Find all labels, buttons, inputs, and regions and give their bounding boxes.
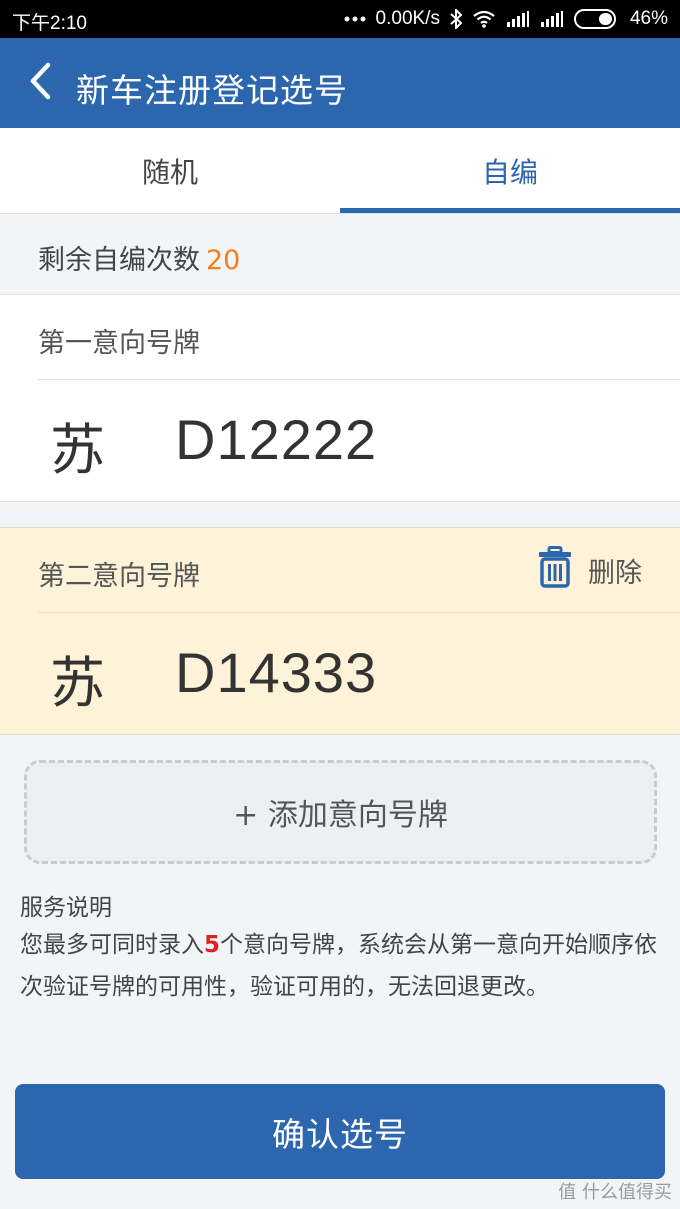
watermark: 值 什么值得买 bbox=[558, 1178, 672, 1204]
tab-custom[interactable]: 自编 bbox=[340, 128, 680, 214]
plate-card-first: 第一意向号牌 苏 D12222 bbox=[0, 295, 680, 502]
divider bbox=[38, 379, 680, 380]
plate-number-input[interactable]: D12222 bbox=[175, 407, 377, 472]
app-bar: 新车注册登记选号 bbox=[0, 38, 680, 128]
more-dots-icon bbox=[344, 15, 366, 23]
plate-card-label: 第二意向号牌 bbox=[38, 561, 200, 592]
status-bar: 下午2:10 0.00K/s 46% bbox=[0, 0, 680, 38]
remaining-count-row: 剩余自编次数 20 bbox=[0, 214, 680, 295]
max-plate-count: 5 bbox=[204, 932, 221, 958]
wifi-icon bbox=[472, 10, 496, 28]
signal-icon bbox=[540, 11, 564, 27]
tab-bar: 随机 自编 bbox=[0, 128, 680, 214]
delete-label: 删除 bbox=[588, 557, 642, 589]
tab-active-indicator bbox=[340, 208, 680, 213]
back-button[interactable] bbox=[18, 60, 62, 106]
confirm-button[interactable]: 确认选号 bbox=[15, 1084, 665, 1179]
service-description: 您最多可同时录入5个意向号牌，系统会从第一意向开始顺序依次验证号牌的可用性，验证… bbox=[20, 924, 660, 1008]
bluetooth-icon bbox=[450, 9, 462, 29]
plate-number-input[interactable]: D14333 bbox=[175, 640, 377, 705]
plate-province[interactable]: 苏 bbox=[50, 638, 105, 718]
battery-icon bbox=[573, 9, 620, 29]
service-title: 服务说明 bbox=[20, 895, 112, 921]
service-text-before: 您最多可同时录入 bbox=[20, 932, 204, 958]
add-plate-button[interactable]: + 添加意向号牌 bbox=[24, 760, 657, 864]
status-time: 下午2:10 bbox=[12, 13, 87, 34]
delete-plate-button[interactable]: 删除 bbox=[538, 545, 642, 595]
plate-card-label: 第一意向号牌 bbox=[38, 328, 200, 359]
plate-province[interactable]: 苏 bbox=[50, 405, 105, 485]
status-icons: 0.00K/s 46% bbox=[344, 8, 668, 30]
battery-level: 46% bbox=[629, 8, 668, 29]
back-arrow-icon bbox=[29, 62, 51, 104]
trash-icon bbox=[538, 545, 572, 595]
page-title: 新车注册登记选号 bbox=[76, 71, 348, 110]
watermark-text: 值 什么值得买 bbox=[558, 1182, 672, 1203]
signal-icon bbox=[506, 11, 530, 27]
remaining-count: 20 bbox=[206, 245, 241, 276]
remaining-label-wrap: 剩余自编次数 20 bbox=[38, 238, 240, 277]
plate-card-second: 第二意向号牌 删除 苏 D14333 bbox=[0, 527, 680, 735]
tab-random[interactable]: 随机 bbox=[0, 128, 340, 214]
divider bbox=[38, 612, 680, 613]
remaining-label: 剩余自编次数 bbox=[38, 245, 200, 276]
network-speed: 0.00K/s bbox=[375, 8, 440, 29]
